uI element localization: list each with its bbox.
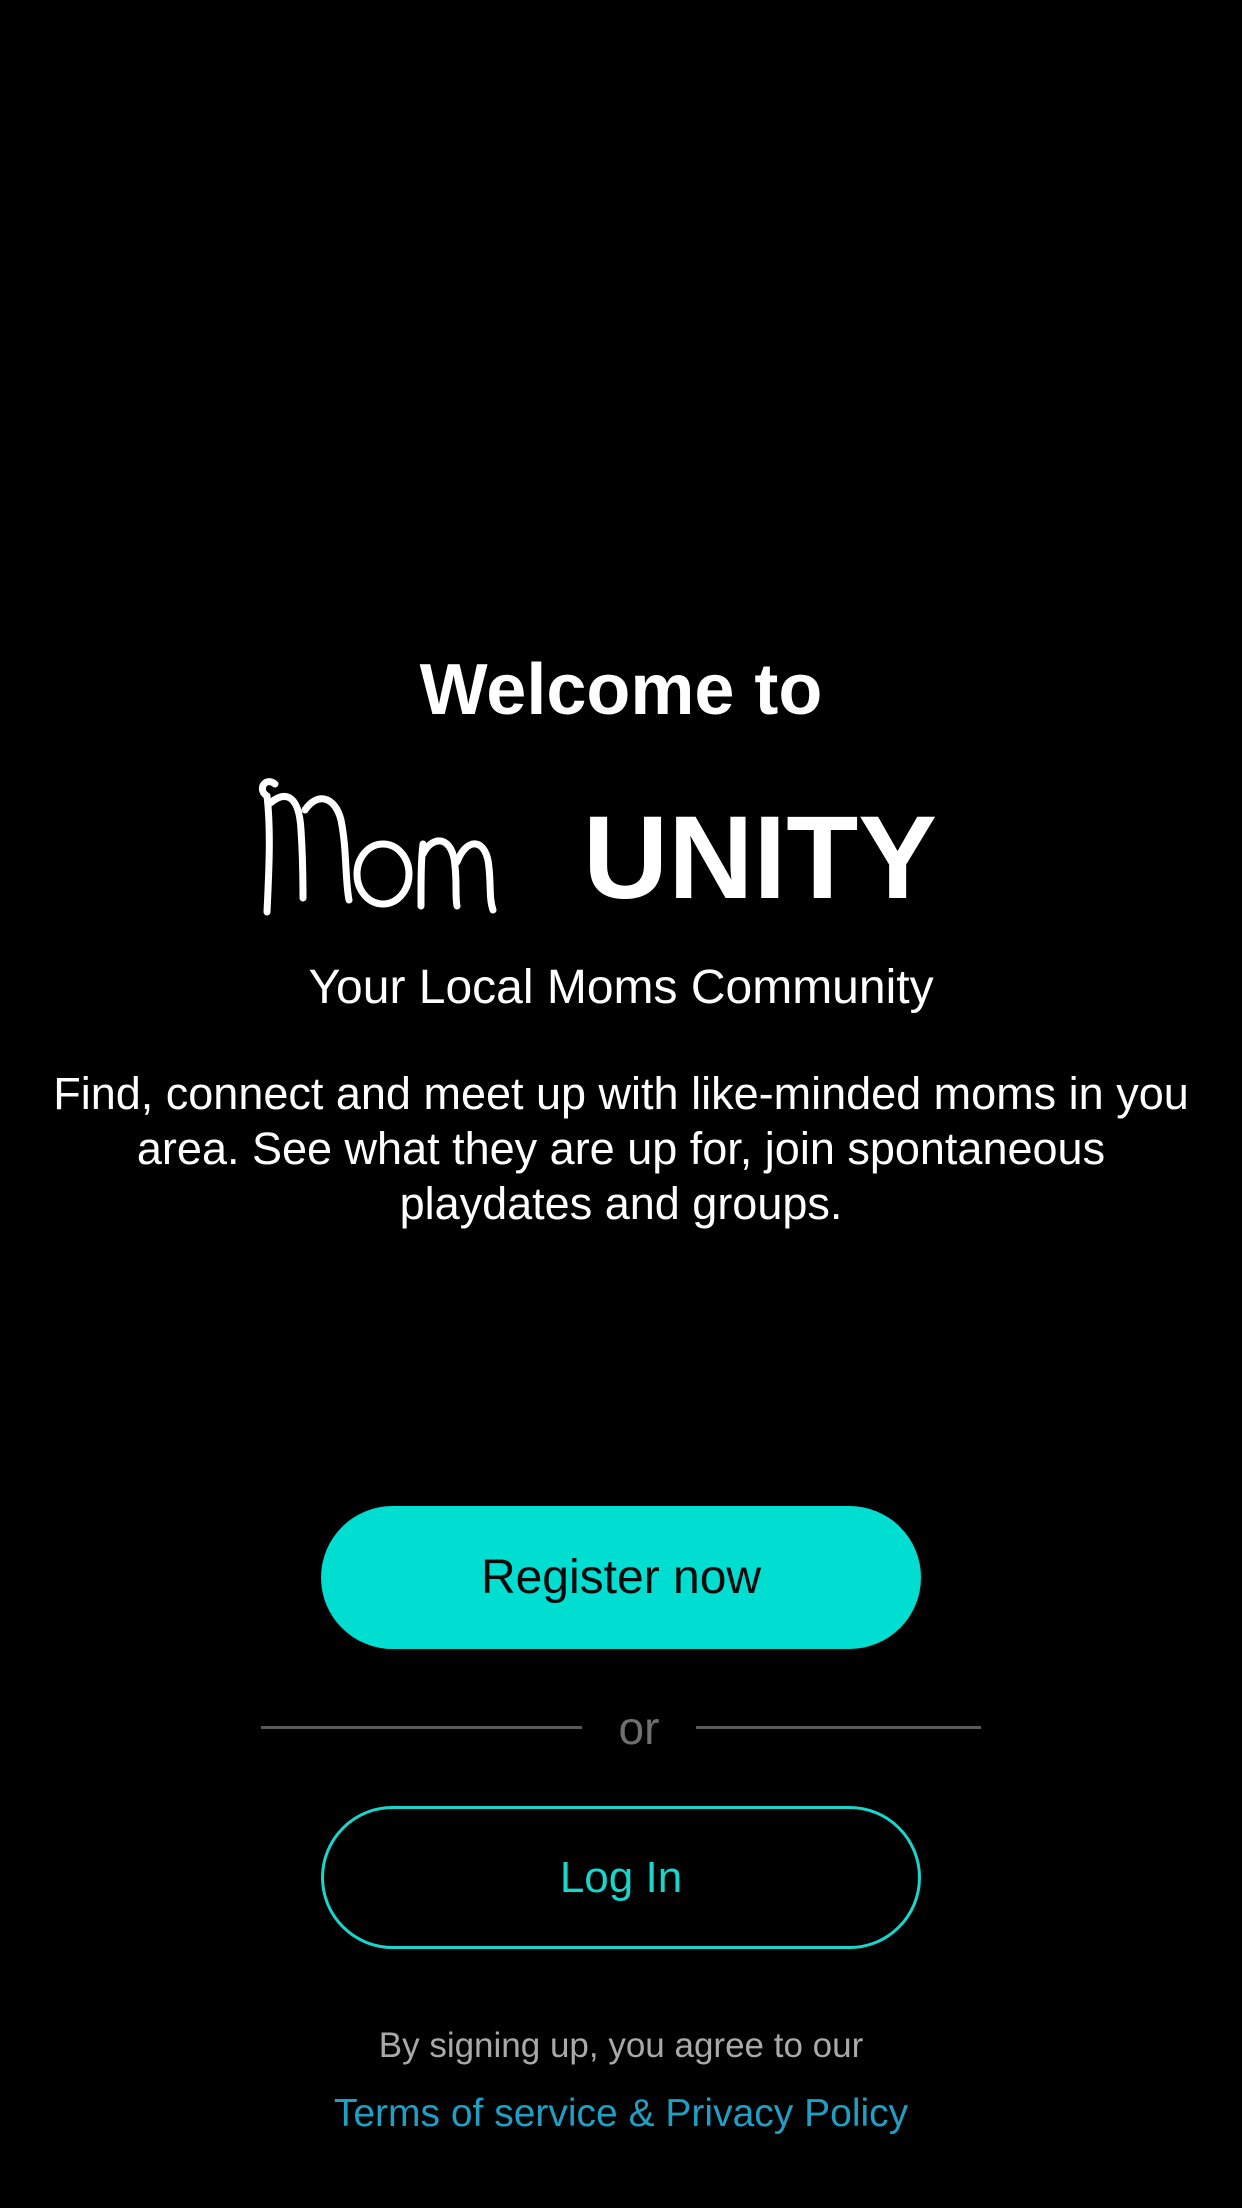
register-button[interactable]: Register now xyxy=(321,1506,921,1649)
app-description: Find, connect and meet up with like-mind… xyxy=(53,1068,1189,1229)
tagline: Your Local Moms Community xyxy=(308,961,934,1014)
divider-line-left xyxy=(261,1726,582,1729)
logo-wordmark: UNITY xyxy=(583,792,937,920)
welcome-heading: Welcome to xyxy=(419,650,823,730)
welcome-screen: Welcome to UNITY Your Local Moms Communi… xyxy=(0,0,1242,2208)
signup-consent-text: By signing up, you agree to our xyxy=(378,2026,864,2065)
terms-privacy-link[interactable]: Terms of service & Privacy Policy xyxy=(0,2090,1242,2138)
divider-line-right xyxy=(696,1726,981,1729)
login-button[interactable]: Log In xyxy=(321,1806,921,1949)
divider-or-label: or xyxy=(618,1702,660,1754)
momunity-logo: UNITY xyxy=(255,770,987,920)
